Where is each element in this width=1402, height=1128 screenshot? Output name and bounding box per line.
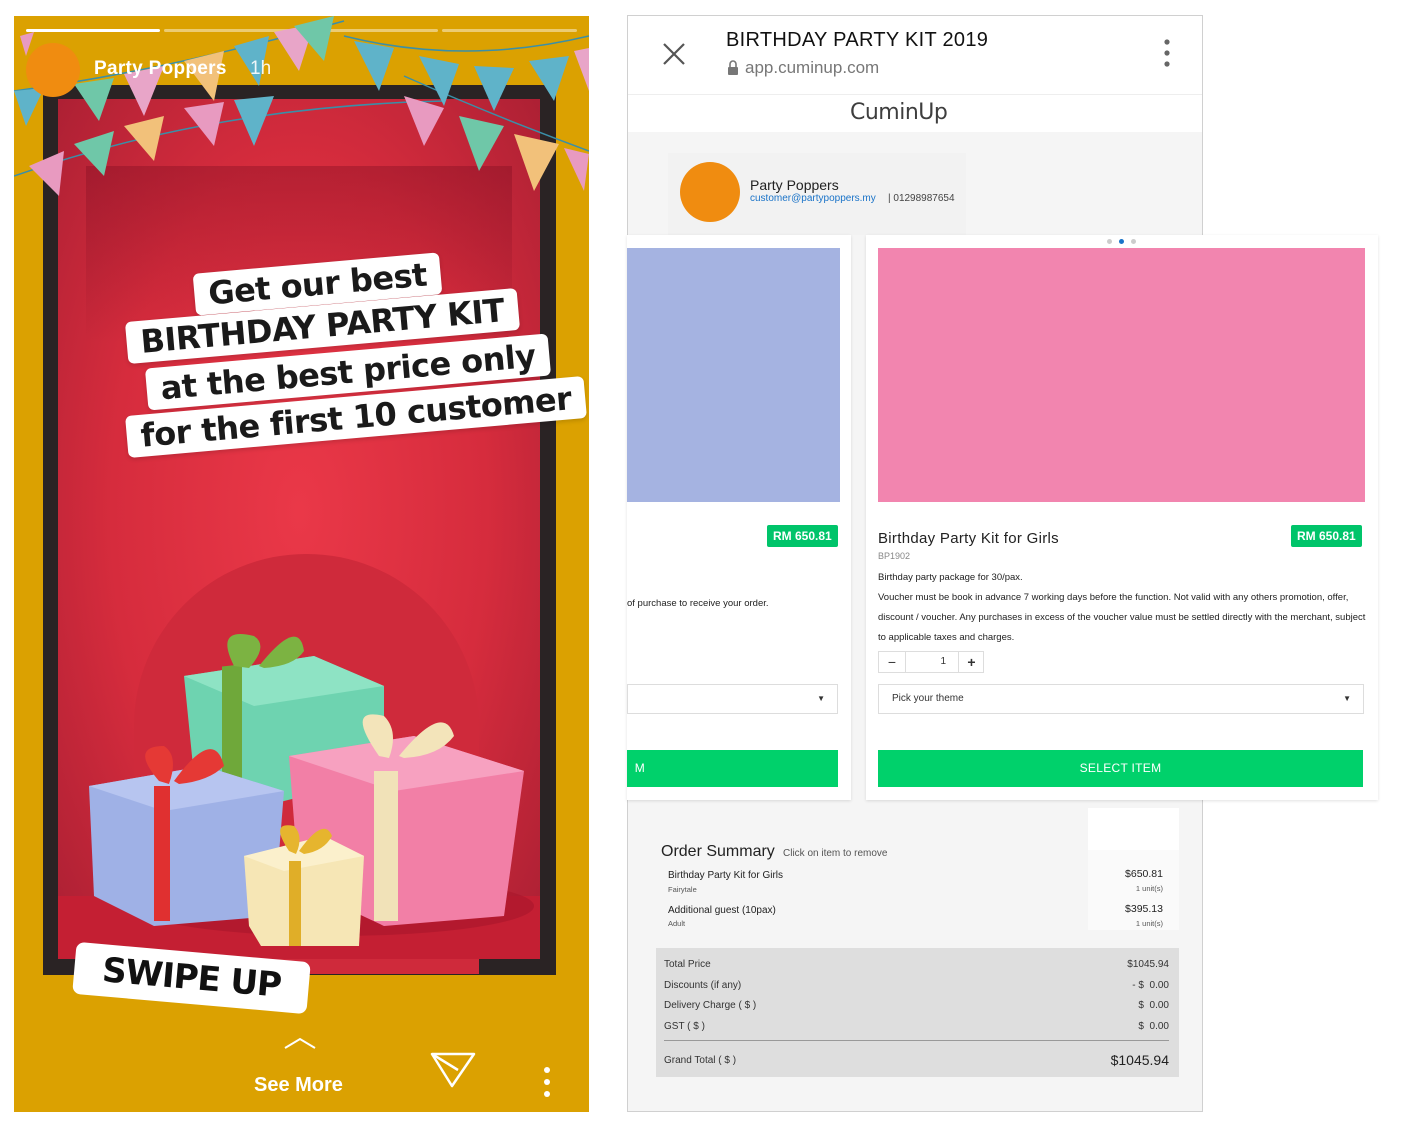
url-text[interactable]: app.cuminup.com <box>745 58 879 78</box>
increment-button[interactable]: + <box>959 652 984 672</box>
product-description: of purchase to receive your order. <box>627 598 769 609</box>
discounts-value: - $ 0.00 <box>1132 980 1169 991</box>
carousel-dot[interactable] <box>1107 239 1112 244</box>
order-item-units: 1 unit(s) <box>1135 919 1163 928</box>
caret-down-icon: ▼ <box>1343 694 1351 703</box>
order-item-amount: $650.81 <box>1125 868 1163 880</box>
bunting-decoration <box>14 16 589 196</box>
carousel-dot-active[interactable] <box>1119 239 1124 244</box>
order-summary-title: Order Summary <box>661 843 775 860</box>
send-icon[interactable] <box>430 1050 476 1090</box>
order-item-option: Fairytale <box>668 885 697 894</box>
product-card[interactable]: Birthday Party Kit for Girls RM 650.81 B… <box>866 235 1378 800</box>
product-image <box>878 248 1365 502</box>
select-item-button[interactable]: M <box>627 750 838 787</box>
order-summary-amount-column <box>1088 850 1179 930</box>
order-item-units: 1 unit(s) <box>1135 884 1163 893</box>
grand-total-value: $1045.94 <box>1110 1052 1169 1068</box>
product-name: Birthday Party Kit for Girls <box>878 530 1059 547</box>
decrement-button[interactable]: − <box>879 652 905 672</box>
grand-total-label: Grand Total ( $ ) <box>664 1055 737 1066</box>
gst-value: $ 0.00 <box>1138 1021 1169 1032</box>
order-summary-hint: Click on item to remove <box>783 848 888 859</box>
gst-label: GST ( $ ) <box>664 1021 705 1032</box>
story-account-name[interactable]: Party Poppers <box>94 58 227 80</box>
order-item-option: Adult <box>668 919 686 928</box>
product-card-previous[interactable]: RM 650.81 of purchase to receive your or… <box>627 235 851 800</box>
total-price-value: $1045.94 <box>1127 959 1169 970</box>
story-panel[interactable]: Party Poppers 1h Get our best BIRTHDAY P… <box>14 16 589 1112</box>
see-more-link[interactable]: See More <box>254 1074 343 1097</box>
page-title: BIRTHDAY PARTY KIT 2019 <box>726 29 989 51</box>
more-options-icon[interactable] <box>542 1066 552 1100</box>
merchant-name: Party Poppers <box>750 177 839 193</box>
order-item-amount: $395.13 <box>1125 903 1163 915</box>
cuminup-logo[interactable]: CuminUp <box>850 100 948 125</box>
story-timestamp: 1h <box>250 58 272 79</box>
price-badge: RM 650.81 <box>1291 525 1362 547</box>
delivery-charge-value: $ 0.00 <box>1138 1000 1169 1011</box>
chevron-up-icon[interactable] <box>283 1036 317 1050</box>
merchant-email-link[interactable]: customer@partypoppers.my <box>750 193 876 204</box>
lock-icon <box>728 60 738 75</box>
caret-down-icon: ▼ <box>817 694 825 703</box>
product-image <box>627 248 840 502</box>
close-icon[interactable] <box>661 41 687 67</box>
order-item-name[interactable]: Additional guest (10pax) <box>668 905 776 916</box>
divider <box>664 1040 1169 1041</box>
order-summary-header-box <box>1088 808 1179 850</box>
theme-select[interactable]: Pick your theme ▼ <box>878 684 1364 714</box>
story-avatar[interactable] <box>26 43 80 97</box>
site-header: CuminUp <box>628 94 1202 132</box>
select-item-button[interactable]: SELECT ITEM <box>878 750 1363 787</box>
browser-menu-icon[interactable] <box>1163 38 1171 70</box>
theme-select-placeholder: Pick your theme <box>892 693 964 704</box>
gift-boxes-illustration <box>89 634 534 946</box>
quantity-input[interactable]: 1 <box>905 652 959 672</box>
order-item-name[interactable]: Birthday Party Kit for Girls <box>668 870 783 881</box>
discounts-label: Discounts (if any) <box>664 980 742 991</box>
delivery-charge-label: Delivery Charge ( $ ) <box>664 1000 757 1011</box>
totals-panel: Total Price $1045.94 Discounts (if any) … <box>656 948 1179 1077</box>
product-sku: BP1902 <box>878 551 911 561</box>
description-line-1: Birthday party package for 30/pax. <box>878 572 1023 583</box>
total-price-label: Total Price <box>664 959 711 970</box>
price-badge: RM 650.81 <box>767 525 838 547</box>
theme-select[interactable]: ▼ <box>627 684 838 714</box>
quantity-stepper: − 1 + <box>878 651 984 673</box>
merchant-avatar <box>680 162 740 222</box>
merchant-phone: | 01298987654 <box>888 193 955 204</box>
product-description: Birthday party package for 30/pax. Vouch… <box>878 568 1366 648</box>
carousel-dot[interactable] <box>1131 239 1136 244</box>
description-line-2: Voucher must be book in advance 7 workin… <box>878 592 1366 643</box>
browser-topbar: BIRTHDAY PARTY KIT 2019 app.cuminup.com <box>628 16 1202 94</box>
